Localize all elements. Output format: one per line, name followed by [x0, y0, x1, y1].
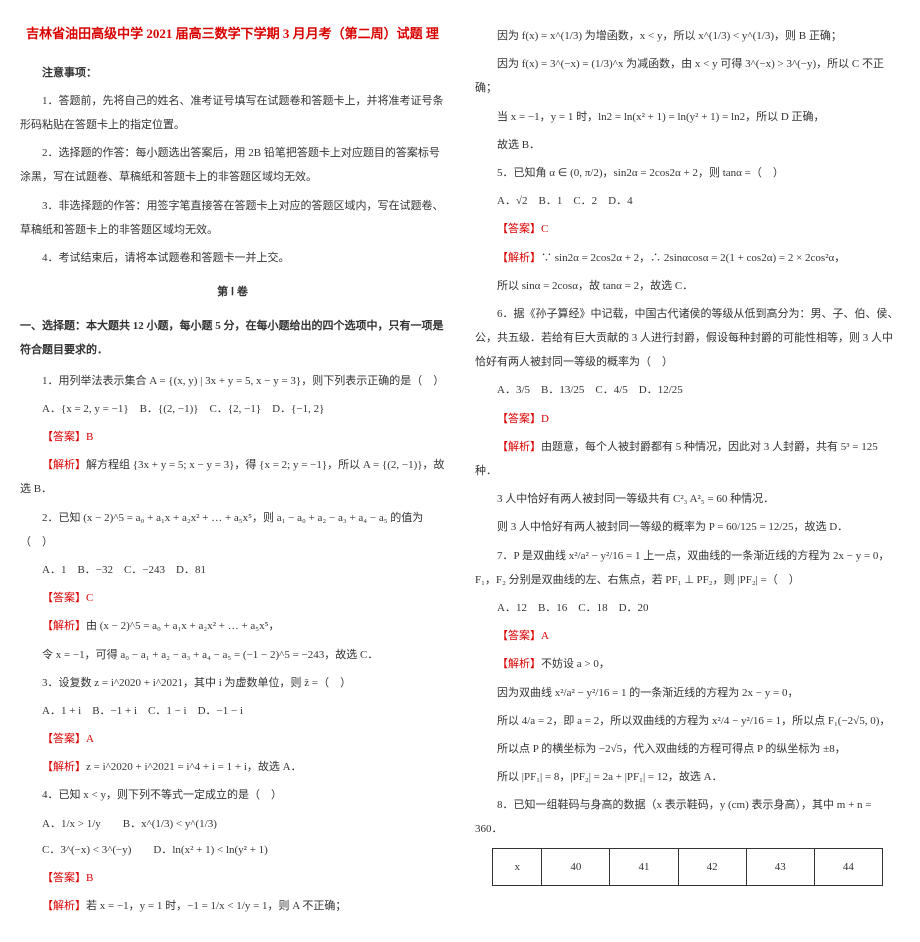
cell-44: 44 [814, 848, 882, 885]
q6-answer: 【答案】D [475, 407, 900, 431]
q2-explain-1: 【解析】由 (x − 2)^5 = a₀ + a₁x + a₂x² + … + … [20, 614, 445, 638]
q4-explain: 【解析】若 x = −1，y = 1 时，−1 = 1/x < 1/y = 1，… [20, 894, 445, 918]
q7-stem: 7．P 是双曲线 x²/a² − y²/16 = 1 上一点，双曲线的一条渐近线… [475, 544, 900, 592]
q2-opts: A．1 B．−32 C．−243 D．81 [20, 558, 445, 582]
q2-answer: 【答案】C [20, 586, 445, 610]
q6-explain-3: 则 3 人中恰好有两人被封同一等级的概率为 P = 60/125 = 12/25… [475, 515, 900, 539]
q8-stem: 8．已知一组鞋码与身高的数据（x 表示鞋码，y (cm) 表示身高），其中 m … [475, 793, 900, 841]
q7-exp-text-1: 不妨设 a > 0， [541, 658, 610, 670]
q4-stem: 4．已知 x < y，则下列不等式一定成立的是（ ） [20, 783, 445, 807]
q5-exp-text-1: ∵ sin2α = 2cos2α + 2，∴ 2sinαcosα = 2(1 +… [541, 252, 845, 264]
table-row: x 40 41 42 43 44 [493, 848, 883, 885]
q7-explain-2: 因为双曲线 x²/a² − y²/16 = 1 的一条渐近线的方程为 2x − … [475, 681, 900, 705]
part1-label: 第 Ⅰ 卷 [20, 280, 445, 304]
q4-opts-1: A．1/x > 1/y B．x^(1/3) < y^(1/3) [20, 812, 445, 836]
cell-41: 41 [610, 848, 678, 885]
q3-opts: A．1 + i B．−1 + i C．1 − i D．−1 − i [20, 699, 445, 723]
notice-heading: 注意事项： [20, 61, 445, 85]
notice-2: 2．选择题的作答：每小题选出答案后，用 2B 铅笔把答题卡上对应题目的答案标号涂… [20, 141, 445, 189]
q7-explain-4: 所以点 P 的横坐标为 −2√5，代入双曲线的方程可得点 P 的纵坐标为 ±8， [475, 737, 900, 761]
notice-3: 3．非选择题的作答：用签字笔直接答在答题卡上对应的答题区域内，写在试题卷、草稿纸… [20, 194, 445, 242]
q3-answer: 【答案】A [20, 727, 445, 751]
q4-cont-2: 因为 f(x) = 3^(−x) = (1/3)^x 为减函数，由 x < y … [475, 52, 900, 100]
q3-exp-text: z = i^2020 + i^2021 = i^4 + i = 1 + i，故选… [86, 761, 302, 773]
q5-explain-1: 【解析】∵ sin2α = 2cos2α + 2，∴ 2sinαcosα = 2… [475, 246, 900, 270]
q4-cont-1: 因为 f(x) = x^(1/3) 为增函数，x < y，所以 x^(1/3) … [475, 24, 900, 48]
q3-stem: 3．设复数 z = i^2020 + i^2021，其中 i 为虚数单位，则 z… [20, 671, 445, 695]
q2-stem: 2．已知 (x − 2)^5 = a₀ + a₁x + a₂x² + … + a… [20, 506, 445, 554]
q8-table: x 40 41 42 43 44 [492, 848, 883, 886]
q4-cont-4: 故选 B． [475, 133, 900, 157]
q6-stem: 6．据《孙子算经》中记载，中国古代诸侯的等级从低到高分为：男、子、伯、侯、公，共… [475, 302, 900, 375]
q5-stem: 5．已知角 α ∈ (0, π/2)，sin2α = 2cos2α + 2，则 … [475, 161, 900, 185]
q7-explain-1: 【解析】不妨设 a > 0， [475, 652, 900, 676]
cell-40: 40 [542, 848, 610, 885]
q1-answer: 【答案】B [20, 425, 445, 449]
cell-42: 42 [678, 848, 746, 885]
q2-exp-text-1: 由 (x − 2)^5 = a₀ + a₁x + a₂x² + … + a₅x⁵… [86, 620, 279, 632]
q6-opts: A．3/5 B．13/25 C．4/5 D．12/25 [475, 378, 900, 402]
q5-answer: 【答案】C [475, 217, 900, 241]
q7-opts: A．12 B．16 C．18 D．20 [475, 596, 900, 620]
q6-explain-2: 3 人中恰好有两人被封同一等级共有 C²₃ A²₅ = 60 种情况． [475, 487, 900, 511]
cell-x: x [493, 848, 542, 885]
q4-opts-2: C．3^(−x) < 3^(−y) D．ln(x² + 1) < ln(y² +… [20, 838, 445, 862]
section-a-heading: 一、选择题：本大题共 12 小题，每小题 5 分，在每小题给出的四个选项中，只有… [20, 314, 445, 362]
notice-4: 4．考试结束后，请将本试题卷和答题卡一并上交。 [20, 246, 445, 270]
q3-explain: 【解析】z = i^2020 + i^2021 = i^4 + i = 1 + … [20, 755, 445, 779]
q7-answer: 【答案】A [475, 624, 900, 648]
q7-explain-3: 所以 4/a = 2，即 a = 2，所以双曲线的方程为 x²/4 − y²/1… [475, 709, 900, 733]
q1-opts: A．{x = 2, y = −1} B．{(2, −1)} C．{2, −1} … [20, 397, 445, 421]
notice-1: 1．答题前，先将自己的姓名、准考证号填写在试题卷和答题卡上，并将准考证号条形码粘… [20, 89, 445, 137]
q4-exp-text: 若 x = −1，y = 1 时，−1 = 1/x < 1/y = 1，则 A … [86, 900, 346, 912]
q4-answer: 【答案】B [20, 866, 445, 890]
q5-explain-2: 所以 sinα = 2cosα，故 tanα = 2，故选 C． [475, 274, 900, 298]
q2-explain-2: 令 x = −1，可得 a₀ − a₁ + a₂ − a₃ + a₄ − a₅ … [20, 643, 445, 667]
q7-explain-5: 所以 |PF₁| = 8，|PF₂| = 2a + |PF₁| = 12，故选 … [475, 765, 900, 789]
cell-43: 43 [746, 848, 814, 885]
exam-title: 吉林省油田高级中学 2021 届高三数学下学期 3 月月考（第二周）试题 理 [20, 20, 445, 49]
q4-cont-3: 当 x = −1，y = 1 时，ln2 = ln(x² + 1) = ln(y… [475, 105, 900, 129]
q1-explain: 【解析】解方程组 {3x + y = 5; x − y = 3}，得 {x = … [20, 453, 445, 501]
q1-stem: 1．用列举法表示集合 A = {(x, y) | 3x + y = 5, x −… [20, 369, 445, 393]
q5-opts: A．√2 B．1 C．2 D．4 [475, 189, 900, 213]
q6-explain-1: 【解析】由题意，每个人被封爵都有 5 种情况，因此对 3 人封爵，共有 5³ =… [475, 435, 900, 483]
